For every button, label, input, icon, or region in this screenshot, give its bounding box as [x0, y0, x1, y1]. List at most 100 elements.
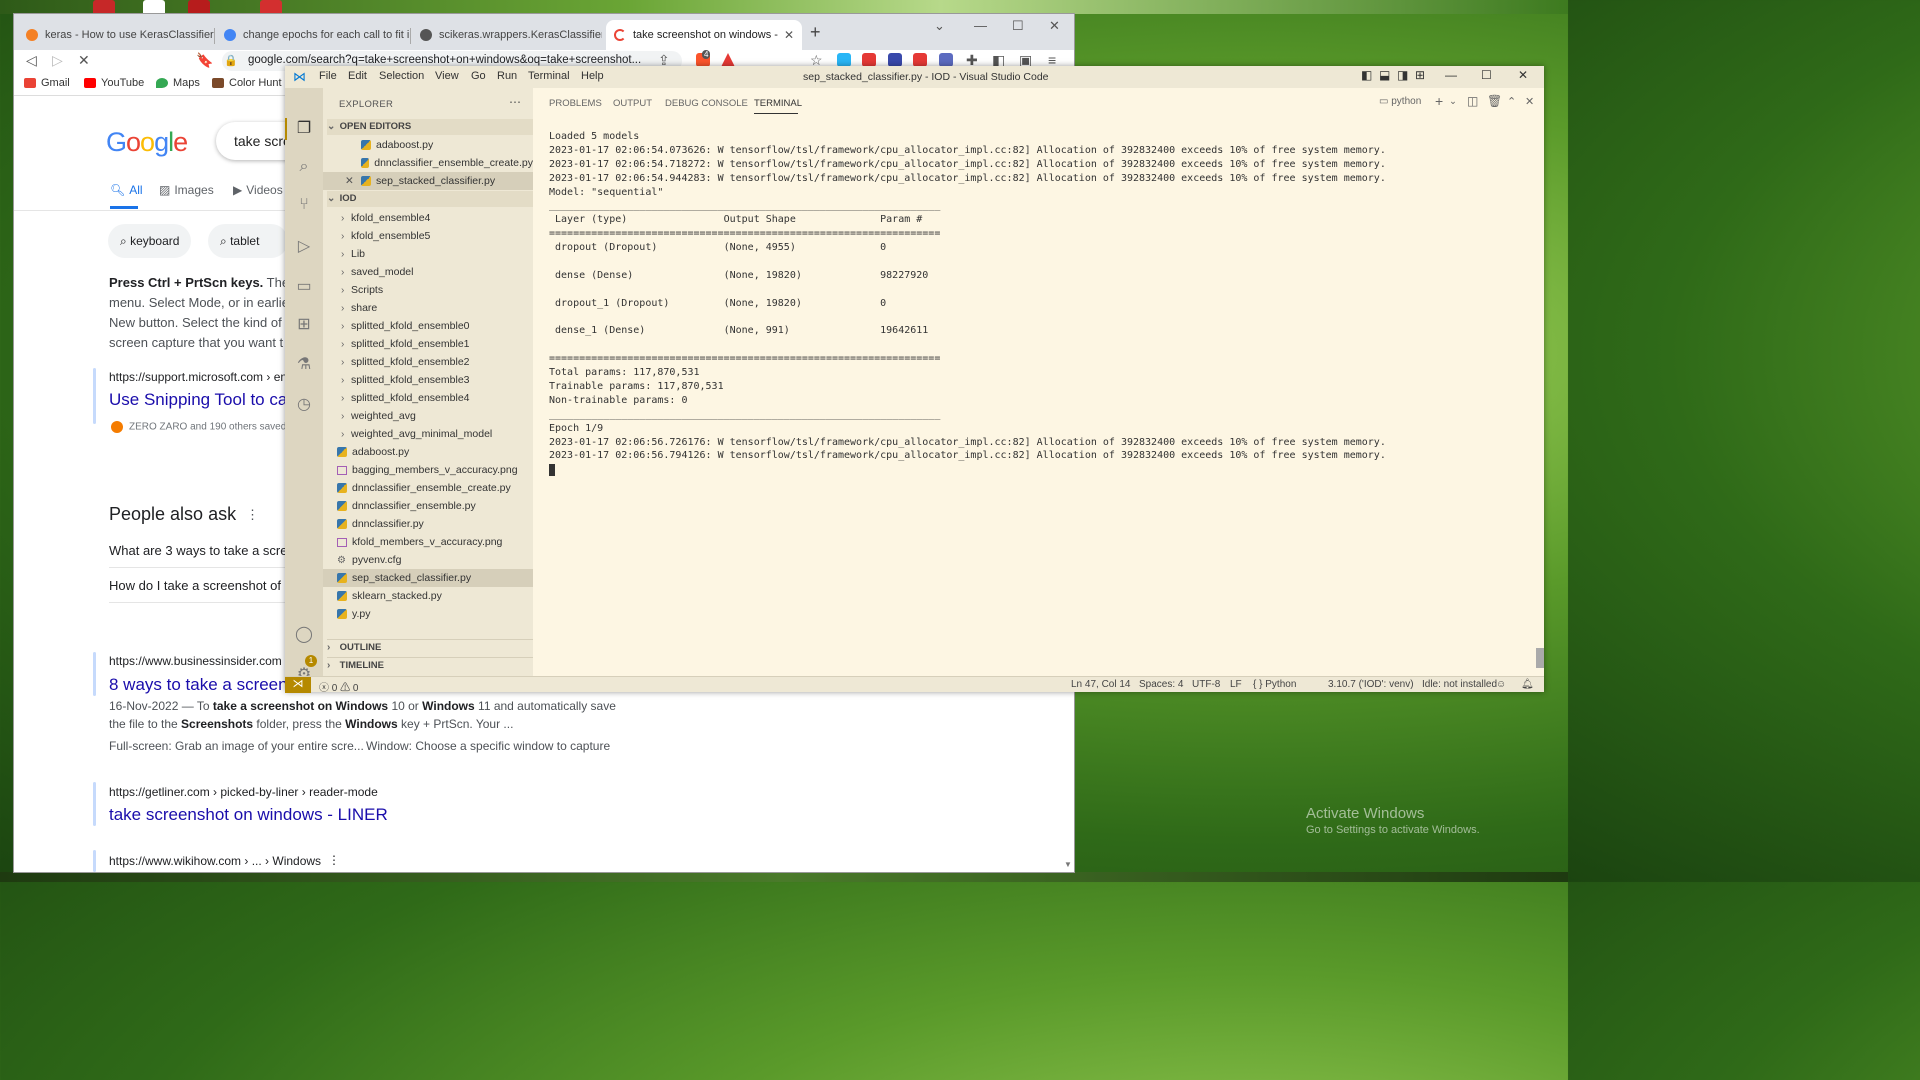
back-icon[interactable]: ◁ [26, 52, 37, 69]
source-control-icon[interactable]: ⑂ [293, 196, 315, 218]
tab-videos[interactable]: ▶ Videos [233, 183, 283, 197]
file-item-active[interactable]: sep_stacked_classifier.py [323, 569, 533, 587]
extension-icon[interactable] [862, 53, 876, 67]
more-actions-icon[interactable]: ⋯ [509, 95, 521, 109]
split-terminal-icon[interactable]: ◫ [1467, 94, 1478, 108]
remote-explorer-icon[interactable]: ▭ [293, 276, 315, 298]
maximize-icon[interactable]: ☐ [1481, 68, 1492, 82]
close-panel-icon[interactable]: ✕ [1525, 95, 1534, 108]
menu-help[interactable]: Help [581, 70, 604, 82]
encoding[interactable]: UTF-8 [1192, 679, 1220, 690]
tab-output[interactable]: OUTPUT [613, 98, 652, 109]
result-sitelink[interactable]: Full-screen: Grab an image of your entir… [109, 739, 364, 753]
scroll-down-icon[interactable]: ▼ [1064, 860, 1072, 869]
folder-item[interactable]: › saved_model [323, 263, 533, 281]
file-item[interactable]: dnnclassifier.py [323, 515, 533, 533]
google-logo[interactable]: Google [106, 127, 188, 158]
language-mode[interactable]: { } Python [1253, 679, 1296, 690]
file-item[interactable]: bagging_members_v_accuracy.png [323, 461, 533, 479]
minimize-icon[interactable]: — [974, 18, 987, 33]
bookmark-icon[interactable]: 🔖 [196, 52, 213, 69]
outline-section[interactable]: › OUTLINE [327, 639, 533, 655]
open-editors-section[interactable]: ⌄ OPEN EDITORS [327, 119, 533, 135]
menu-file[interactable]: File [319, 70, 337, 82]
chevron-down-icon[interactable]: ⌄ [1449, 96, 1457, 107]
close-window-icon[interactable]: ✕ [1518, 68, 1528, 82]
tab-problems[interactable]: PROBLEMS [549, 98, 602, 109]
open-editor-item[interactable]: dnnclassifier_ensemble_create.py [323, 154, 533, 172]
feedback-icon[interactable]: ☺ [1496, 679, 1506, 690]
menu-selection[interactable]: Selection [379, 70, 424, 82]
file-item[interactable]: kfold_members_v_accuracy.png [323, 533, 533, 551]
file-item[interactable]: y.py [323, 605, 533, 623]
bookmark-gmail[interactable]: Gmail [24, 77, 70, 89]
python-interpreter[interactable]: 3.10.7 ('IOD': venv) [1328, 679, 1414, 690]
browser-tab[interactable]: change epochs for each call to fit in sc [216, 20, 410, 50]
open-editor-item-active[interactable]: ✕ sep_stacked_classifier.py [323, 172, 533, 190]
menu-run[interactable]: Run [497, 70, 517, 82]
extensions-icon[interactable]: ⊞ [293, 314, 315, 336]
folder-item[interactable]: › Scripts [323, 281, 533, 299]
tab-terminal[interactable]: TERMINAL [754, 98, 802, 109]
timeline-section[interactable]: › TIMELINE [327, 657, 533, 673]
more-options-icon[interactable]: ⋮ [328, 853, 340, 867]
toggle-panel-icon[interactable]: ⬓ [1379, 68, 1390, 82]
file-item[interactable]: ⚙ pyvenv.cfg [323, 551, 533, 569]
file-item[interactable]: dnnclassifier_ensemble.py [323, 497, 533, 515]
result-link[interactable]: 8 ways to take a screens [109, 675, 296, 695]
result-link[interactable]: take screenshot on windows - LINER [109, 805, 388, 825]
menu-go[interactable]: Go [471, 70, 486, 82]
close-tab-icon[interactable]: ✕ [780, 28, 794, 42]
folder-item[interactable]: › weighted_avg_minimal_model [323, 425, 533, 443]
maximize-icon[interactable]: ☐ [1012, 18, 1024, 34]
tab-images[interactable]: ▨ Images [159, 183, 214, 197]
chip-tablet[interactable]: ⌕ tablet [208, 224, 288, 258]
browser-tab[interactable]: scikeras.wrappers.KerasClassifier — Sc [412, 20, 602, 50]
file-item[interactable]: sklearn_stacked.py [323, 587, 533, 605]
testing-icon[interactable]: ⚗ [293, 354, 315, 376]
folder-item[interactable]: › Lib [323, 245, 533, 263]
tab-debug-console[interactable]: DEBUG CONSOLE [665, 98, 748, 109]
folder-item[interactable]: › kfold_ensemble4 [323, 209, 533, 227]
tab-all[interactable]: 🔍︎ All [110, 183, 143, 197]
run-debug-icon[interactable]: ▷ [293, 236, 315, 258]
folder-item[interactable]: › splitted_kfold_ensemble0 [323, 317, 533, 335]
workspace-section[interactable]: ⌄ IOD [327, 191, 533, 207]
extension-icon[interactable] [888, 53, 902, 67]
remote-indicator-icon[interactable]: ⋊ [285, 677, 311, 693]
end-of-line[interactable]: LF [1230, 679, 1242, 690]
folder-item[interactable]: › weighted_avg [323, 407, 533, 425]
close-editor-icon[interactable]: ✕ [345, 175, 361, 187]
stop-loading-icon[interactable]: ✕ [78, 52, 90, 69]
chip-keyboard[interactable]: ⌕ keyboard [108, 224, 192, 258]
paa-question[interactable]: How do I take a screenshot of [109, 578, 281, 593]
menu-terminal[interactable]: Terminal [528, 70, 570, 82]
open-editor-item[interactable]: adaboost.py [323, 136, 533, 154]
minimize-icon[interactable]: — [1445, 68, 1457, 82]
paa-question[interactable]: What are 3 ways to take a scre [109, 543, 287, 558]
explorer-icon[interactable]: ❐ [293, 118, 315, 140]
new-tab-icon[interactable]: + [810, 22, 821, 43]
folder-item[interactable]: › splitted_kfold_ensemble2 [323, 353, 533, 371]
terminal-output[interactable]: Loaded 5 models 2023-01-17 02:06:54.07362… [549, 130, 1529, 670]
bookmark-youtube[interactable]: YouTube [84, 77, 144, 89]
chevron-up-icon[interactable]: ⌃ [1507, 95, 1516, 108]
file-item[interactable]: adaboost.py [323, 443, 533, 461]
accounts-icon[interactable]: ◯ [293, 624, 315, 646]
extension-icon[interactable] [913, 53, 927, 67]
bookmark-color-hunt[interactable]: Color Hunt [212, 77, 282, 89]
terminal-kind[interactable]: ▭ python [1379, 96, 1421, 107]
more-options-icon[interactable]: ⋮ [246, 507, 259, 523]
extension-icon[interactable] [837, 53, 851, 67]
menu-view[interactable]: View [435, 70, 459, 82]
browser-tab[interactable]: keras - How to use KerasClassifier vali [18, 20, 214, 50]
toggle-secondary-sidebar-icon[interactable]: ◨ [1397, 68, 1408, 82]
brave-rewards-icon[interactable] [721, 53, 735, 67]
cursor-position[interactable]: Ln 47, Col 14 [1071, 679, 1131, 690]
close-window-icon[interactable]: ✕ [1049, 18, 1060, 34]
new-terminal-icon[interactable]: + [1435, 93, 1443, 109]
indentation[interactable]: Spaces: 4 [1139, 679, 1183, 690]
notifications-bell-icon[interactable]: 🔔︎ [1521, 679, 1534, 690]
folder-item[interactable]: › share [323, 299, 533, 317]
result-sitelink[interactable]: Window: Choose a specific window to capt… [366, 739, 610, 753]
